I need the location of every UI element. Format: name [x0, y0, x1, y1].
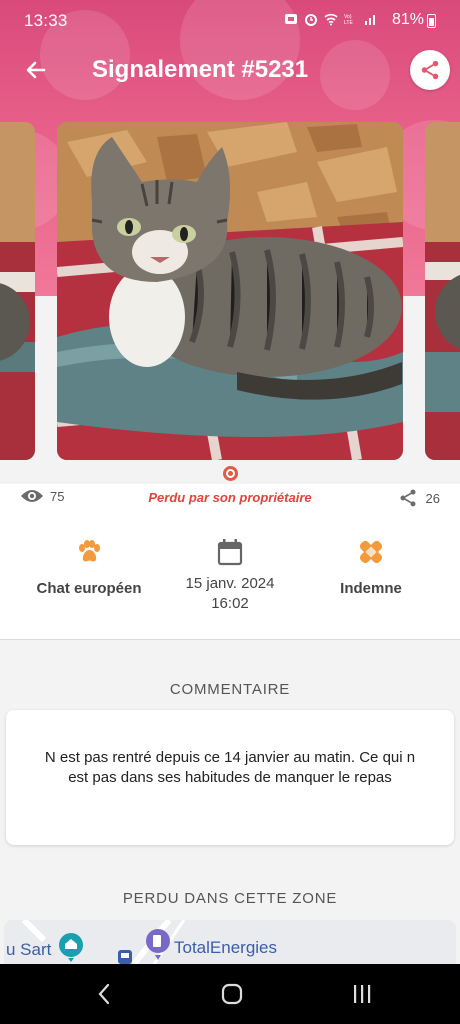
- wifi-icon: [324, 13, 338, 26]
- report-detail-screen: 13:33 Vo) LTE 81% Signalement #5231 75 P…: [0, 0, 460, 1024]
- share-count-value: 26: [425, 490, 440, 506]
- breed-info: Chat européen: [14, 534, 164, 597]
- cat-photo-thumbnail: [425, 122, 460, 460]
- notification-icon: [285, 14, 297, 24]
- battery-level: 81%: [391, 11, 424, 28]
- back-arrow-icon: [26, 61, 46, 79]
- share-count: 26: [398, 488, 440, 508]
- nav-home-button[interactable]: [212, 979, 252, 1009]
- comment-card: N est pas rentré depuis ce 14 janvier au…: [6, 710, 454, 845]
- comment-text: N est pas rentré depuis ce 14 janvier au…: [44, 749, 416, 786]
- svg-text:LTE: LTE: [344, 20, 353, 26]
- breed-label: Chat européen: [36, 580, 142, 597]
- system-navigation-bar: [0, 964, 460, 1024]
- map-place-label: u Sart: [6, 940, 52, 959]
- nav-recents-icon: [354, 985, 371, 1003]
- nav-home-icon: [221, 983, 243, 1005]
- condition-info: Indemne: [296, 534, 446, 597]
- date-info: 15 janv. 2024 16:02: [155, 534, 305, 614]
- stats-row: 75 Perdu par son propriétaire 26: [0, 484, 460, 512]
- carousel-indicator: [223, 466, 238, 481]
- comment-section-title: COMMENTAIRE: [169, 681, 291, 698]
- nav-back-icon: [98, 983, 110, 1005]
- photo-carousel[interactable]: [0, 122, 460, 462]
- status-badge: Perdu par son propriétaire: [148, 490, 312, 505]
- calendar-icon: [217, 539, 243, 566]
- fuel-station-icon: [146, 929, 170, 960]
- signal-icon: [365, 15, 375, 25]
- app-bar: Signalement #5231: [0, 40, 460, 102]
- cat-photo-thumbnail: [0, 122, 35, 460]
- status-icons: Vo) LTE: [284, 12, 378, 26]
- share-icon: [400, 489, 416, 507]
- nav-recents-button[interactable]: [342, 979, 382, 1009]
- report-time: 16:02: [211, 595, 249, 612]
- condition-label: Indemne: [340, 580, 402, 597]
- zone-section-title: PERDU DANS CETTE ZONE: [122, 890, 338, 907]
- page-title: Signalement #5231: [92, 56, 309, 83]
- map-poi-icon: [59, 933, 83, 962]
- bus-stop-icon: [118, 950, 132, 964]
- battery-icon: [427, 14, 436, 28]
- back-button[interactable]: [18, 52, 54, 88]
- cat-photo: [57, 122, 403, 460]
- paw-icon: [79, 540, 100, 562]
- share-icon: [421, 60, 439, 80]
- alarm-icon: [305, 14, 317, 26]
- map-poi-label: TotalEnergies: [174, 938, 278, 957]
- photo-slide-next[interactable]: [425, 122, 460, 460]
- status-bar: 13:33 Vo) LTE 81%: [0, 0, 460, 40]
- nav-back-button[interactable]: [84, 979, 124, 1009]
- photo-slide-previous[interactable]: [0, 122, 35, 460]
- photo-slide-current[interactable]: [57, 122, 403, 460]
- bandage-icon: [359, 540, 383, 564]
- share-button[interactable]: [410, 50, 450, 90]
- zone-map[interactable]: u Sart TotalEnergies: [4, 920, 456, 964]
- status-time: 13:33: [24, 11, 68, 30]
- volte-icon: Vo)LTE: [344, 14, 353, 26]
- details-row: Chat européen 15 janv. 2024 16:02 Indemn…: [0, 512, 460, 640]
- report-date: 15 janv. 2024: [185, 575, 275, 592]
